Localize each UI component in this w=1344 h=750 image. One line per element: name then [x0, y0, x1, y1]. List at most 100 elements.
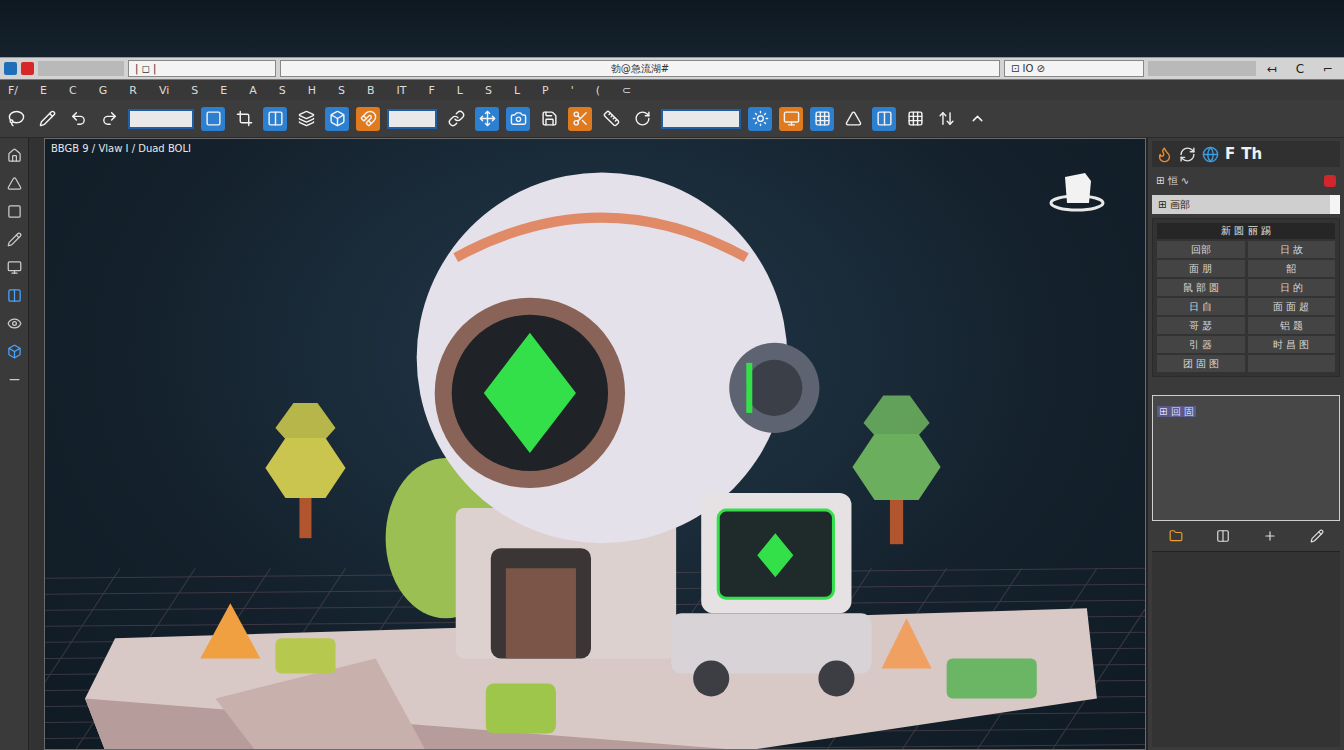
view-cube-icon: [1049, 169, 1105, 213]
viewport-label[interactable]: BBGB 9 / Vlaw I / Duad BOLI: [51, 143, 191, 154]
menu-item[interactable]: R: [129, 84, 137, 97]
panel-empty-area: [1152, 551, 1340, 747]
left-tool-button[interactable]: [5, 370, 23, 388]
tool-button[interactable]: [872, 107, 896, 131]
menu-item[interactable]: L: [457, 84, 463, 97]
tool-icon: [70, 110, 87, 127]
left-tool-button[interactable]: [5, 202, 23, 220]
menu-item[interactable]: S: [338, 84, 345, 97]
tool-icon: [267, 110, 284, 127]
viewport[interactable]: BBGB 9 / Vlaw I / Duad BOLI: [44, 138, 1146, 750]
parameter-button[interactable]: 面 面 超: [1248, 298, 1336, 315]
window-control[interactable]: ⌐: [1316, 62, 1340, 76]
right-field[interactable]: ⊡ IO ⊘: [1004, 60, 1144, 77]
panel-tab[interactable]: F: [1225, 145, 1235, 163]
menu-item[interactable]: Vi: [159, 84, 169, 97]
tool-button[interactable]: [965, 107, 989, 131]
tool-button[interactable]: [325, 107, 349, 131]
tool-button[interactable]: [475, 107, 499, 131]
parameter-row: 回部日 故: [1157, 241, 1335, 258]
pencil-icon[interactable]: [1310, 529, 1324, 543]
menu-item[interactable]: IT: [396, 84, 406, 97]
color-swatch[interactable]: [1324, 175, 1336, 187]
tool-button[interactable]: [97, 107, 121, 131]
parameter-button[interactable]: 时 昌 图: [1248, 336, 1336, 353]
parameter-button[interactable]: 铝 题: [1248, 317, 1336, 334]
tool-button[interactable]: [568, 107, 592, 131]
name-field[interactable]: ⊞ 画部: [1152, 195, 1340, 214]
menu-item[interactable]: C: [69, 84, 77, 97]
toolbar-field[interactable]: [387, 109, 437, 129]
parameter-button[interactable]: 鼠 部 圆: [1157, 279, 1245, 296]
menu-item[interactable]: S: [191, 84, 198, 97]
window-control[interactable]: C: [1288, 62, 1312, 76]
tool-button[interactable]: [934, 107, 958, 131]
tool-button[interactable]: [201, 107, 225, 131]
left-field[interactable]: | ◻ |: [128, 60, 276, 77]
left-tool-button[interactable]: [5, 146, 23, 164]
tool-button[interactable]: [903, 107, 927, 131]
parameter-button[interactable]: 日 自: [1157, 298, 1245, 315]
tool-button[interactable]: [810, 107, 834, 131]
parameter-button[interactable]: 日 故: [1248, 241, 1336, 258]
menu-item[interactable]: L: [514, 84, 520, 97]
menu-item[interactable]: F/: [8, 84, 18, 97]
tool-button[interactable]: [630, 107, 654, 131]
tool-button[interactable]: [599, 107, 623, 131]
tool-button[interactable]: [779, 107, 803, 131]
tool-button[interactable]: [841, 107, 865, 131]
folder-icon[interactable]: [1169, 529, 1183, 543]
parameter-button[interactable]: [1248, 355, 1336, 372]
left-tool-button[interactable]: [5, 342, 23, 360]
left-tool-button[interactable]: [5, 258, 23, 276]
parameter-button[interactable]: 回部: [1157, 241, 1245, 258]
menu-item[interactable]: ⊂: [622, 84, 631, 97]
parameter-button[interactable]: 哥 瑟: [1157, 317, 1245, 334]
menu-item[interactable]: H: [308, 84, 316, 97]
parameter-button[interactable]: 日 的: [1248, 279, 1336, 296]
tool-button[interactable]: [4, 107, 28, 131]
view-cube[interactable]: [1049, 169, 1105, 213]
parameter-button[interactable]: 面 朋: [1157, 260, 1245, 277]
menu-item[interactable]: G: [99, 84, 108, 97]
toolbar-field[interactable]: [661, 109, 741, 129]
menu-item[interactable]: B: [367, 84, 375, 97]
menu-item[interactable]: S: [279, 84, 286, 97]
tool-button[interactable]: [537, 107, 561, 131]
tool-button[interactable]: [748, 107, 772, 131]
left-tool-button[interactable]: [5, 230, 23, 248]
parameter-row: 面 朋韶: [1157, 260, 1335, 277]
menu-item[interactable]: E: [40, 84, 47, 97]
close-icon[interactable]: [21, 62, 34, 75]
tool-button[interactable]: [356, 107, 380, 131]
refresh-icon[interactable]: [1179, 146, 1196, 163]
tool-button[interactable]: [294, 107, 318, 131]
left-tool-button[interactable]: [5, 314, 23, 332]
sphere-robot: [417, 173, 820, 544]
columns-icon[interactable]: [1216, 529, 1230, 543]
plus-icon[interactable]: [1263, 529, 1277, 543]
window-control[interactable]: ↤: [1260, 62, 1284, 76]
menu-item[interactable]: A: [249, 84, 257, 97]
menu-item[interactable]: S: [485, 84, 492, 97]
tool-button[interactable]: [263, 107, 287, 131]
panel-tab[interactable]: Th: [1241, 145, 1262, 163]
tool-button[interactable]: [35, 107, 59, 131]
parameter-button[interactable]: 引 器: [1157, 336, 1245, 353]
flame-icon[interactable]: [1156, 146, 1173, 163]
menu-item[interactable]: (: [596, 84, 600, 97]
tool-button[interactable]: [232, 107, 256, 131]
globe-icon[interactable]: [1202, 146, 1219, 163]
menu-item[interactable]: P: [542, 84, 549, 97]
menu-item[interactable]: F: [428, 84, 434, 97]
parameter-button[interactable]: 团 固 图: [1157, 355, 1245, 372]
tool-button[interactable]: [444, 107, 468, 131]
menu-item[interactable]: ': [571, 84, 574, 97]
parameter-button[interactable]: 韶: [1248, 260, 1336, 277]
menu-item[interactable]: E: [220, 84, 227, 97]
left-tool-button[interactable]: [5, 286, 23, 304]
tool-button[interactable]: [66, 107, 90, 131]
toolbar-field[interactable]: [128, 109, 194, 129]
tool-button[interactable]: [506, 107, 530, 131]
left-tool-button[interactable]: [5, 174, 23, 192]
